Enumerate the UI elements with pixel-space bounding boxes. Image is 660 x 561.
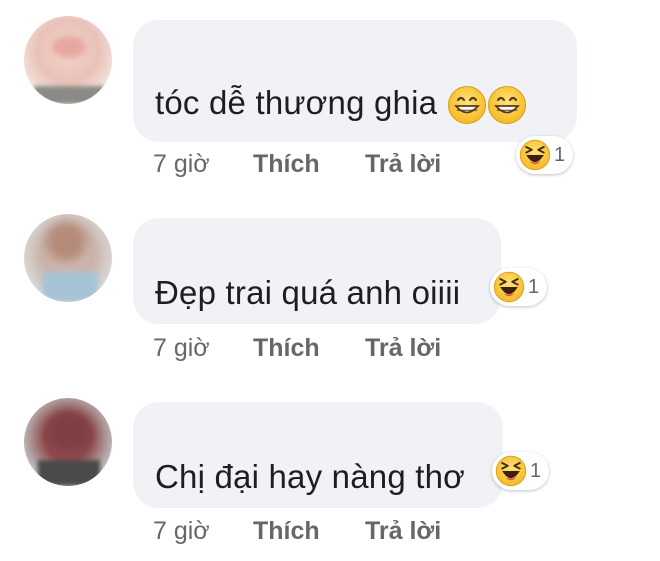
comment-text: Đẹp trai quá anh oiiii — [155, 274, 461, 311]
reply-button[interactable]: Trả lời — [365, 334, 441, 363]
timestamp[interactable]: 7 giờ — [153, 334, 253, 363]
reaction-count: 1 — [530, 459, 542, 482]
avatar[interactable] — [24, 16, 112, 104]
timestamp[interactable]: 7 giờ — [153, 517, 253, 546]
avatar[interactable] — [24, 214, 112, 302]
comment-actions: 7 giờ Thích Trả lời — [153, 150, 441, 179]
timestamp[interactable]: 7 giờ — [153, 150, 253, 179]
comment-text: tóc dễ thương ghia — [155, 84, 527, 125]
reaction-count: 1 — [528, 275, 540, 298]
comment-actions: 7 giờ Thích Trả lời — [153, 334, 441, 363]
reaction-summary[interactable]: 1 — [490, 268, 548, 306]
like-button[interactable]: Thích — [253, 517, 365, 546]
laughing-face-icon — [495, 455, 527, 487]
reaction-count: 1 — [554, 143, 566, 166]
reply-button[interactable]: Trả lời — [365, 517, 441, 546]
reaction-summary[interactable]: 1 — [492, 452, 550, 490]
avatar[interactable] — [24, 398, 112, 486]
avatar-photo-bottom — [34, 86, 104, 104]
reaction-summary[interactable]: 1 — [516, 136, 574, 174]
comment-bubble[interactable]: Đẹp trai quá anh oiiii — [133, 218, 501, 324]
comment-bubble[interactable]: Chị đại hay nàng thơ — [133, 402, 503, 508]
grinning-face-icon — [487, 85, 527, 125]
comment-actions: 7 giờ Thích Trả lời — [153, 517, 441, 546]
avatar-photo — [52, 36, 86, 58]
comment-bubble[interactable]: tóc dễ thương ghia — [133, 20, 577, 142]
reply-button[interactable]: Trả lời — [365, 150, 441, 179]
laughing-face-icon — [519, 139, 551, 171]
avatar-photo-bottom — [38, 460, 100, 486]
grinning-face-icon — [447, 85, 487, 125]
avatar-photo-bottom — [42, 272, 98, 302]
like-button[interactable]: Thích — [253, 150, 365, 179]
avatar-photo — [46, 412, 92, 454]
laughing-face-icon — [493, 271, 525, 303]
avatar-photo — [46, 222, 86, 262]
comment-text: Chị đại hay nàng thơ — [155, 458, 466, 495]
like-button[interactable]: Thích — [253, 334, 365, 363]
